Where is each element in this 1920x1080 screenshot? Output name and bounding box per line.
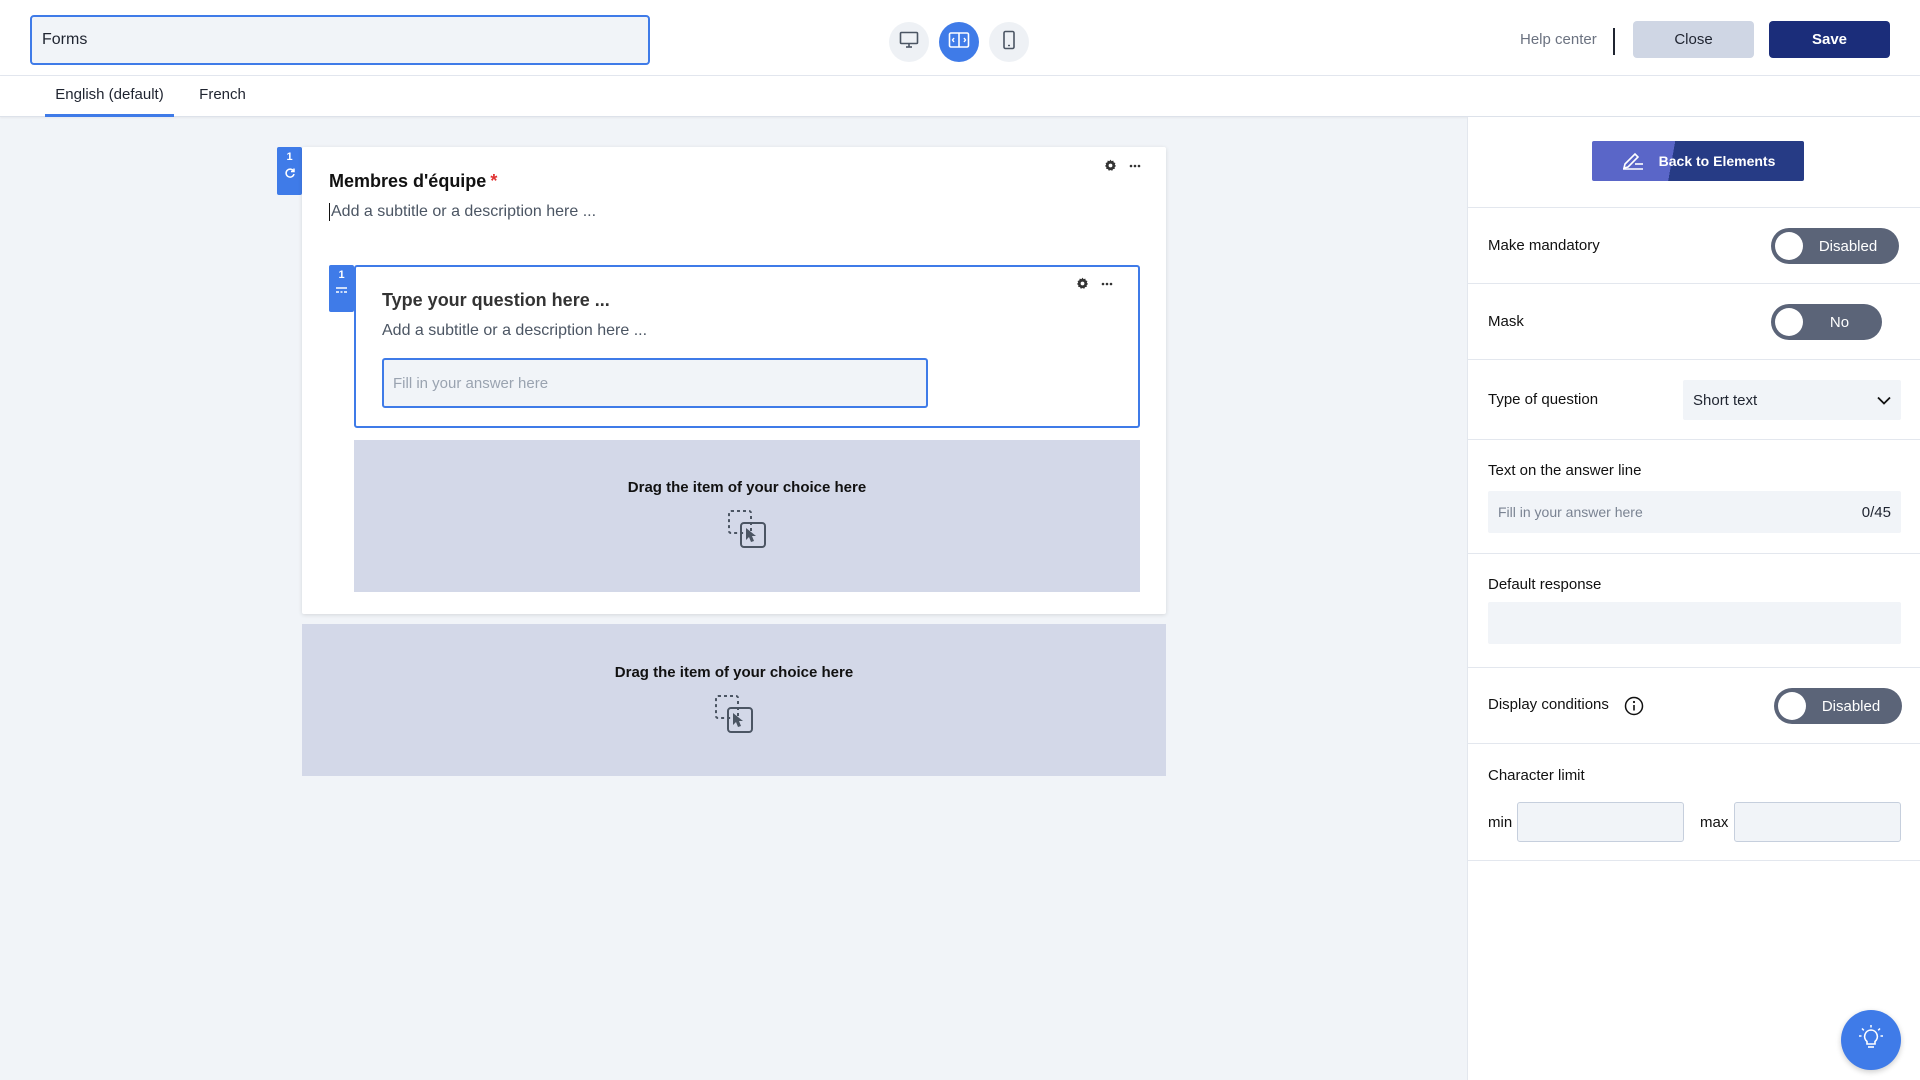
tab-english[interactable]: English (default)	[45, 76, 174, 117]
section-title-text: Membres d'équipe	[329, 171, 487, 191]
language-tabs: English (default) French	[0, 76, 1920, 117]
gear-icon[interactable]	[1076, 277, 1089, 290]
row-display-conditions: Display conditions Disabled	[1468, 667, 1920, 743]
toggle-state: No	[1829, 313, 1850, 331]
mandatory-toggle[interactable]: Disabled	[1771, 228, 1899, 264]
save-button[interactable]: Save	[1769, 21, 1890, 58]
required-mark: *	[490, 171, 498, 191]
question-badge[interactable]: 1	[329, 265, 354, 312]
info-icon[interactable]	[1624, 696, 1644, 716]
max-label: max	[1700, 814, 1729, 831]
answer-input[interactable]	[382, 358, 928, 408]
row-mask: Mask No	[1468, 283, 1920, 359]
inner-dropzone[interactable]: Drag the item of your choice here	[354, 440, 1140, 592]
split-view-button[interactable]	[939, 22, 979, 62]
section-badge[interactable]: 1	[277, 147, 302, 195]
properties-panel: Back to Elements Make mandatory Disabled…	[1467, 117, 1920, 1080]
drag-drop-icon	[726, 508, 768, 550]
outer-dropzone[interactable]: Drag the item of your choice here	[302, 624, 1166, 776]
default-response-label: Default response	[1488, 576, 1602, 593]
toggle-knob	[1775, 308, 1803, 336]
question-card[interactable]: Type your question here ... Add a subtit…	[354, 265, 1140, 428]
help-center-link[interactable]: Help center	[1520, 31, 1597, 48]
form-title-input[interactable]	[30, 15, 650, 65]
toggle-knob	[1778, 692, 1806, 720]
row-answer-line: Text on the answer line Fill in your ans…	[1468, 439, 1920, 553]
short-text-icon	[329, 285, 354, 298]
row-default-response: Default response	[1468, 553, 1920, 667]
toggle-state: Disabled	[1818, 237, 1878, 255]
gear-icon[interactable]	[1104, 159, 1117, 172]
question-number: 1	[338, 269, 345, 281]
more-options-icon[interactable]	[1101, 282, 1113, 286]
section-title[interactable]: Membres d'équipe *	[329, 171, 497, 192]
row-character-limit: Character limit min max	[1468, 743, 1920, 861]
question-title[interactable]: Type your question here ...	[382, 290, 610, 311]
close-button[interactable]: Close	[1633, 21, 1754, 58]
max-input[interactable]	[1734, 802, 1901, 842]
min-label: min	[1488, 814, 1513, 831]
refresh-icon	[277, 167, 302, 182]
question-actions	[1076, 277, 1113, 290]
back-label: Back to Elements	[1658, 153, 1776, 169]
character-limit-label: Character limit	[1488, 767, 1585, 784]
split-view-icon	[948, 31, 970, 54]
display-conditions-toggle[interactable]: Disabled	[1774, 688, 1902, 724]
more-options-icon[interactable]	[1129, 164, 1141, 168]
answer-line-counter: 0/45	[1861, 503, 1891, 521]
header-divider	[1613, 28, 1615, 55]
mask-label: Mask	[1488, 313, 1524, 330]
mask-toggle[interactable]: No	[1771, 304, 1882, 340]
dropzone-label: Drag the item of your choice here	[627, 479, 867, 496]
edit-icon	[1621, 150, 1645, 173]
desktop-view-button[interactable]	[889, 22, 929, 62]
question-type-label: Type of question	[1488, 391, 1599, 408]
answer-line-label: Text on the answer line	[1488, 462, 1642, 479]
tab-french[interactable]: French	[190, 76, 255, 117]
section-actions	[1104, 159, 1141, 172]
drag-drop-icon	[713, 693, 755, 735]
tips-button[interactable]	[1841, 1010, 1901, 1070]
answer-line-placeholder: Fill in your answer here	[1498, 504, 1643, 520]
row-question-type: Type of question Short text	[1468, 359, 1920, 439]
dropzone-label: Drag the item of your choice here	[614, 664, 854, 681]
top-bar: Help center Close Save	[0, 0, 1920, 76]
desktop-icon	[899, 31, 919, 54]
section-card[interactable]: Membres d'équipe * Add a subtitle or a de…	[302, 147, 1166, 614]
lightbulb-icon	[1858, 1024, 1884, 1057]
section-number: 1	[286, 151, 293, 163]
toggle-knob	[1775, 232, 1803, 260]
answer-line-input[interactable]: Fill in your answer here 0/45	[1488, 491, 1901, 533]
view-switcher	[889, 22, 1029, 62]
question-type-value: Short text	[1693, 391, 1758, 409]
section-subtitle[interactable]: Add a subtitle or a description here ...	[329, 203, 596, 221]
chevron-down-icon	[1877, 392, 1891, 409]
row-mandatory: Make mandatory Disabled	[1468, 207, 1920, 283]
question-type-select[interactable]: Short text	[1683, 380, 1901, 420]
mobile-icon	[1002, 30, 1016, 55]
display-conditions-label: Display conditions	[1488, 696, 1609, 713]
default-response-input[interactable]	[1488, 602, 1901, 644]
question-subtitle[interactable]: Add a subtitle or a description here ...	[382, 322, 647, 340]
mobile-view-button[interactable]	[989, 22, 1029, 62]
min-input[interactable]	[1517, 802, 1684, 842]
mandatory-label: Make mandatory	[1488, 237, 1600, 254]
back-to-elements-button[interactable]: Back to Elements	[1592, 141, 1804, 181]
toggle-state: Disabled	[1821, 697, 1881, 715]
